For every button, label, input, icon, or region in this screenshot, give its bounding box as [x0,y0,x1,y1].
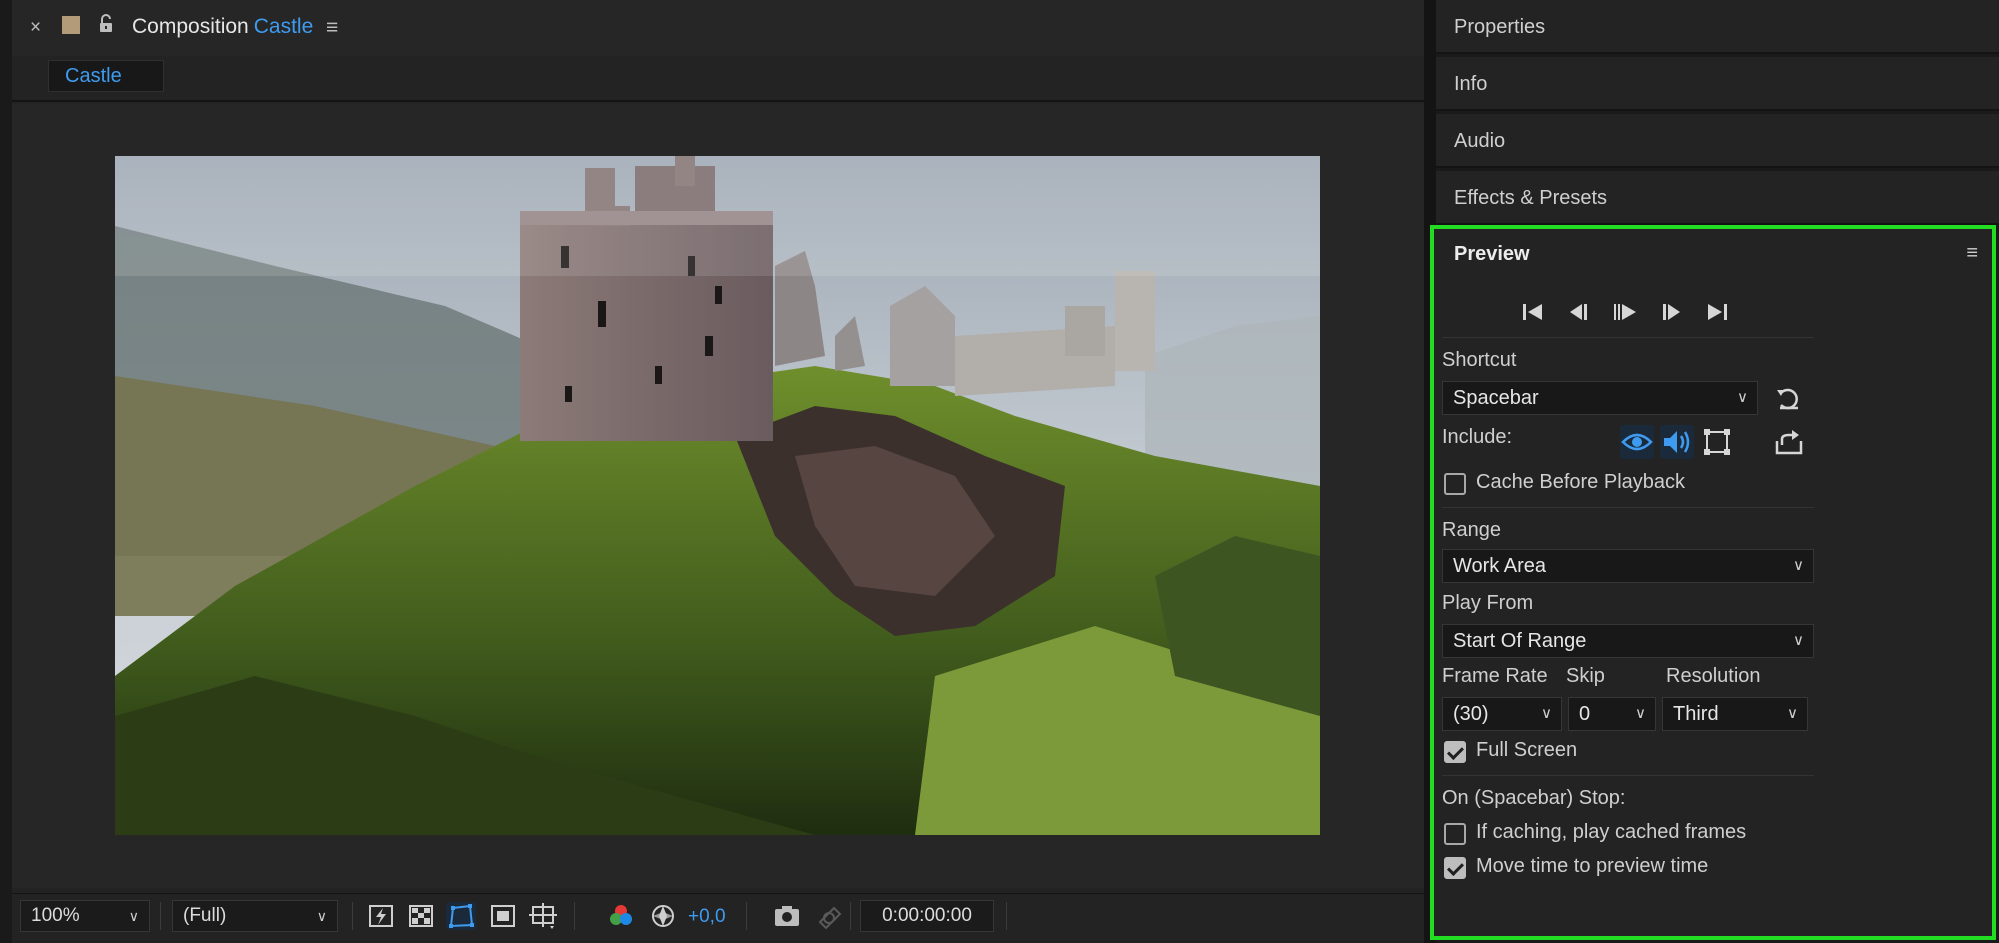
label-color-swatch[interactable] [62,16,80,34]
shortcut-label: Shortcut [1442,349,1517,371]
preview-resolution-value: Third [1673,703,1719,725]
fast-previews-icon[interactable] [366,902,396,930]
exposure-value[interactable]: +0,0 [688,906,726,928]
composition-frame-image [115,156,1320,835]
resolution-value: (Full) [183,905,227,926]
panel-label: Composition [132,15,249,38]
region-of-interest-icon[interactable] [488,902,518,930]
first-frame-icon[interactable] [1518,297,1548,327]
panel-menu-icon[interactable]: ≡ [1966,242,1978,265]
range-value: Work Area [1453,555,1546,577]
if-caching-checkbox[interactable] [1444,823,1466,845]
play-from-dropdown[interactable]: Start Of Range ∨ [1442,624,1814,658]
full-screen-label: Full Screen [1476,739,1578,761]
preview-panel: Preview ≡ Shortcut Spacebar ∨ Include: C… [1430,225,1996,940]
section-divider [1442,337,1814,338]
toolbar-divider [352,902,353,930]
resolution-dropdown[interactable]: (Full) ∨ [172,900,338,932]
include-audio-speaker-icon[interactable] [1660,425,1694,459]
frame-rate-label: Frame Rate [1442,665,1548,687]
reset-shortcut-icon[interactable] [1772,381,1806,415]
resolution-label: Resolution [1666,665,1761,687]
composition-tab-bar: Castle [12,56,1424,102]
chevron-down-icon: ∨ [1737,389,1748,406]
export-preview-icon[interactable] [1772,425,1806,459]
tab-castle[interactable]: Castle [48,60,164,92]
shortcut-value: Spacebar [1453,387,1539,409]
preview-title: Preview [1454,243,1530,265]
if-caching-label: If caching, play cached frames [1476,821,1747,843]
panel-menu-icon[interactable]: ≡ [326,16,338,40]
play-icon[interactable] [1610,297,1640,327]
chevron-down-icon: ∨ [1541,705,1552,722]
mask-path-icon[interactable] [446,902,476,930]
effects-presets-panel-header[interactable]: Effects & Presets [1436,171,1999,225]
toolbar-divider [574,902,575,930]
composition-toolbar: 100% ∨ (Full) ∨ +0,0 0:00:00:00 [12,893,1424,943]
snapshot-icon[interactable] [772,902,802,930]
exposure-reset-icon[interactable] [648,902,678,930]
toolbar-divider [1006,902,1007,930]
play-from-label: Play From [1442,592,1534,614]
channel-icon[interactable] [606,902,636,930]
move-time-checkbox[interactable] [1444,857,1466,879]
range-dropdown[interactable]: Work Area ∨ [1442,549,1814,583]
move-time-label: Move time to preview time [1476,855,1709,877]
guides-grid-icon[interactable] [528,902,558,930]
play-from-value: Start Of Range [1453,630,1587,652]
close-panel-icon[interactable]: × [30,17,41,39]
current-time-display[interactable]: 0:00:00:00 [860,900,994,932]
composition-name: Castle [253,15,314,38]
chevron-down-icon: ∨ [1793,557,1804,574]
toolbar-divider [746,902,747,930]
next-frame-icon[interactable] [1656,297,1686,327]
cache-before-playback-label: Cache Before Playback [1476,471,1686,493]
panel-title: Composition Castle [132,15,313,39]
info-panel-header[interactable]: Info [1436,57,1999,111]
last-frame-icon[interactable] [1702,297,1732,327]
audio-panel-header[interactable]: Audio [1436,114,1999,168]
skip-value: 0 [1579,703,1591,725]
frame-rate-value: (30) [1453,703,1489,725]
full-screen-checkbox[interactable] [1444,741,1466,763]
composition-header: × Composition Castle ≡ [12,0,1424,56]
skip-dropdown[interactable]: 0 ∨ [1568,697,1656,731]
include-overlays-icon[interactable] [1700,425,1734,459]
panel-edge [0,0,12,943]
lock-icon[interactable] [98,14,114,39]
previous-frame-icon[interactable] [1564,297,1594,327]
section-divider [1442,775,1814,776]
composition-viewer[interactable] [12,104,1424,888]
include-label: Include: [1442,426,1513,448]
show-snapshot-icon[interactable] [814,902,844,930]
preview-resolution-dropdown[interactable]: Third ∨ [1662,697,1808,731]
frame-rate-dropdown[interactable]: (30) ∨ [1442,697,1562,731]
magnification-value: 100% [31,905,80,926]
cache-before-playback-checkbox[interactable] [1444,473,1466,495]
shortcut-dropdown[interactable]: Spacebar ∨ [1442,381,1758,415]
chevron-down-icon: ∨ [316,908,327,924]
chevron-down-icon: ∨ [1787,705,1798,722]
include-video-eye-icon[interactable] [1620,425,1654,459]
properties-panel-header[interactable]: Properties [1436,0,1999,54]
chevron-down-icon: ∨ [1793,632,1804,649]
chevron-down-icon: ∨ [128,908,139,924]
transparency-grid-icon[interactable] [406,902,436,930]
magnification-dropdown[interactable]: 100% ∨ [20,900,150,932]
toolbar-divider [850,902,851,930]
skip-label: Skip [1566,665,1605,687]
toolbar-divider [160,902,161,930]
section-divider [1442,507,1814,508]
on-stop-label: On (Spacebar) Stop: [1442,787,1626,809]
chevron-down-icon: ∨ [1635,705,1646,722]
composition-panel: × Composition Castle ≡ Castle 100% ∨ (Fu… [0,0,1424,943]
range-label: Range [1442,519,1501,541]
